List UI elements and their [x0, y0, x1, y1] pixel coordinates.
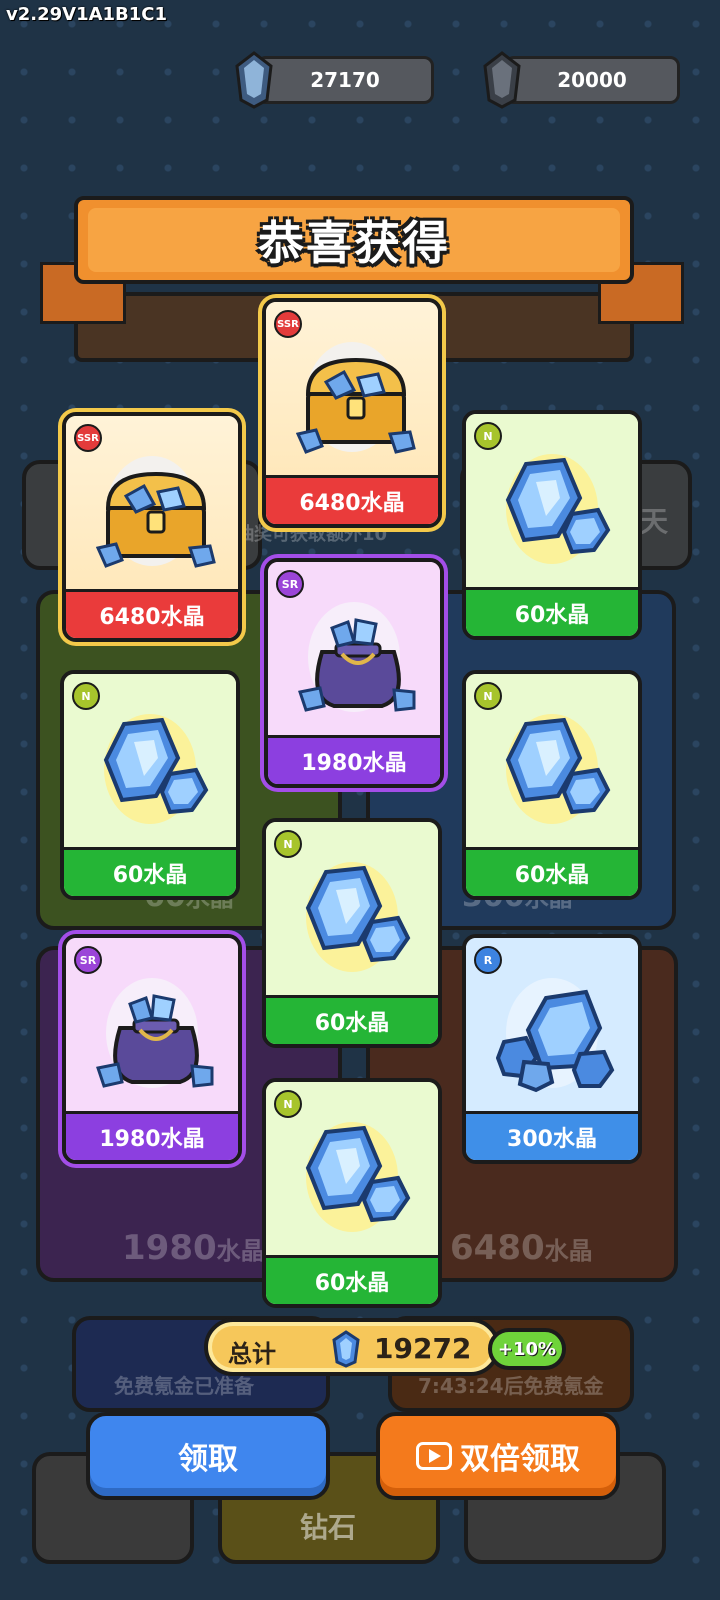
treasure-chest-icon: [296, 358, 416, 454]
reward-card: R 300水晶: [462, 934, 642, 1164]
rarity-badge: SSR: [274, 310, 302, 338]
reward-card: N 60水晶: [262, 818, 442, 1048]
reward-amount: 60水晶: [466, 847, 638, 896]
double-claim-label: 双倍领取: [460, 1442, 580, 1477]
crystal-icon: [332, 1330, 360, 1368]
title-banner: 恭喜获得: [74, 196, 634, 284]
reward-amount: 300水晶: [466, 1111, 638, 1160]
total-bar: 总计 19272: [204, 1318, 500, 1376]
bonus-badge: +10%: [488, 1328, 566, 1370]
rarity-badge: N: [72, 682, 100, 710]
diamond-balance: 20000: [504, 56, 680, 104]
crystal-pair-icon: [104, 718, 208, 814]
rarity-badge: N: [474, 682, 502, 710]
crystal-pair-icon: [506, 458, 610, 554]
crystal-pair-icon: [306, 866, 410, 962]
reward-card: N 60水晶: [462, 410, 642, 640]
reward-amount: 60水晶: [266, 995, 438, 1044]
reward-card: N 60水晶: [462, 670, 642, 900]
crystal-balance: 27170: [256, 56, 434, 104]
reward-amount: 1980水晶: [66, 1111, 238, 1160]
bg-diamond-text: 钻石: [300, 1511, 357, 1544]
rarity-badge: N: [274, 830, 302, 858]
rarity-badge: N: [274, 1090, 302, 1118]
crystal-pair-icon: [306, 1126, 410, 1222]
crystal-bag-icon: [298, 618, 416, 712]
reward-card: SSR 6480水晶: [62, 412, 242, 642]
claim-button-label: 领取: [178, 1442, 238, 1477]
rarity-badge: SR: [74, 946, 102, 974]
double-claim-button[interactable]: 双倍领取: [376, 1412, 620, 1500]
claim-button[interactable]: 领取: [86, 1412, 330, 1500]
crystal-pair-icon: [506, 718, 610, 814]
bg-day-text: 天: [640, 505, 669, 538]
crystal-pile-icon: [496, 990, 614, 1092]
reward-card: SSR 6480水晶: [262, 298, 442, 528]
crystal-currency-icon: [235, 51, 273, 109]
reward-card: N 60水晶: [262, 1078, 442, 1308]
rarity-badge: N: [474, 422, 502, 450]
reward-amount: 6480水晶: [66, 589, 238, 638]
reward-card: SR 1980水晶: [62, 934, 242, 1164]
reward-amount: 6480水晶: [266, 475, 438, 524]
total-value: 19272: [374, 1332, 472, 1365]
total-label: 总计: [228, 1340, 276, 1368]
treasure-chest-icon: [96, 472, 216, 568]
bg-price-6480: 6480水晶: [450, 1228, 593, 1268]
video-ad-icon: [416, 1442, 452, 1470]
reward-card: SR 1980水晶: [264, 558, 444, 788]
reward-amount: 60水晶: [266, 1255, 438, 1304]
rarity-badge: SSR: [74, 424, 102, 452]
diamond-currency-icon: [483, 51, 521, 109]
bg-price-1980: 1980水晶: [122, 1228, 265, 1268]
reward-amount: 1980水晶: [268, 735, 440, 784]
reward-amount: 60水晶: [64, 847, 236, 896]
reward-card: N 60水晶: [60, 670, 240, 900]
reward-amount: 60水晶: [466, 587, 638, 636]
page-title: 恭喜获得: [258, 216, 450, 270]
rarity-badge: SR: [276, 570, 304, 598]
crystal-bag-icon: [96, 994, 214, 1088]
version-label: v2.29V1A1B1C1: [6, 4, 168, 25]
rarity-badge: R: [474, 946, 502, 974]
